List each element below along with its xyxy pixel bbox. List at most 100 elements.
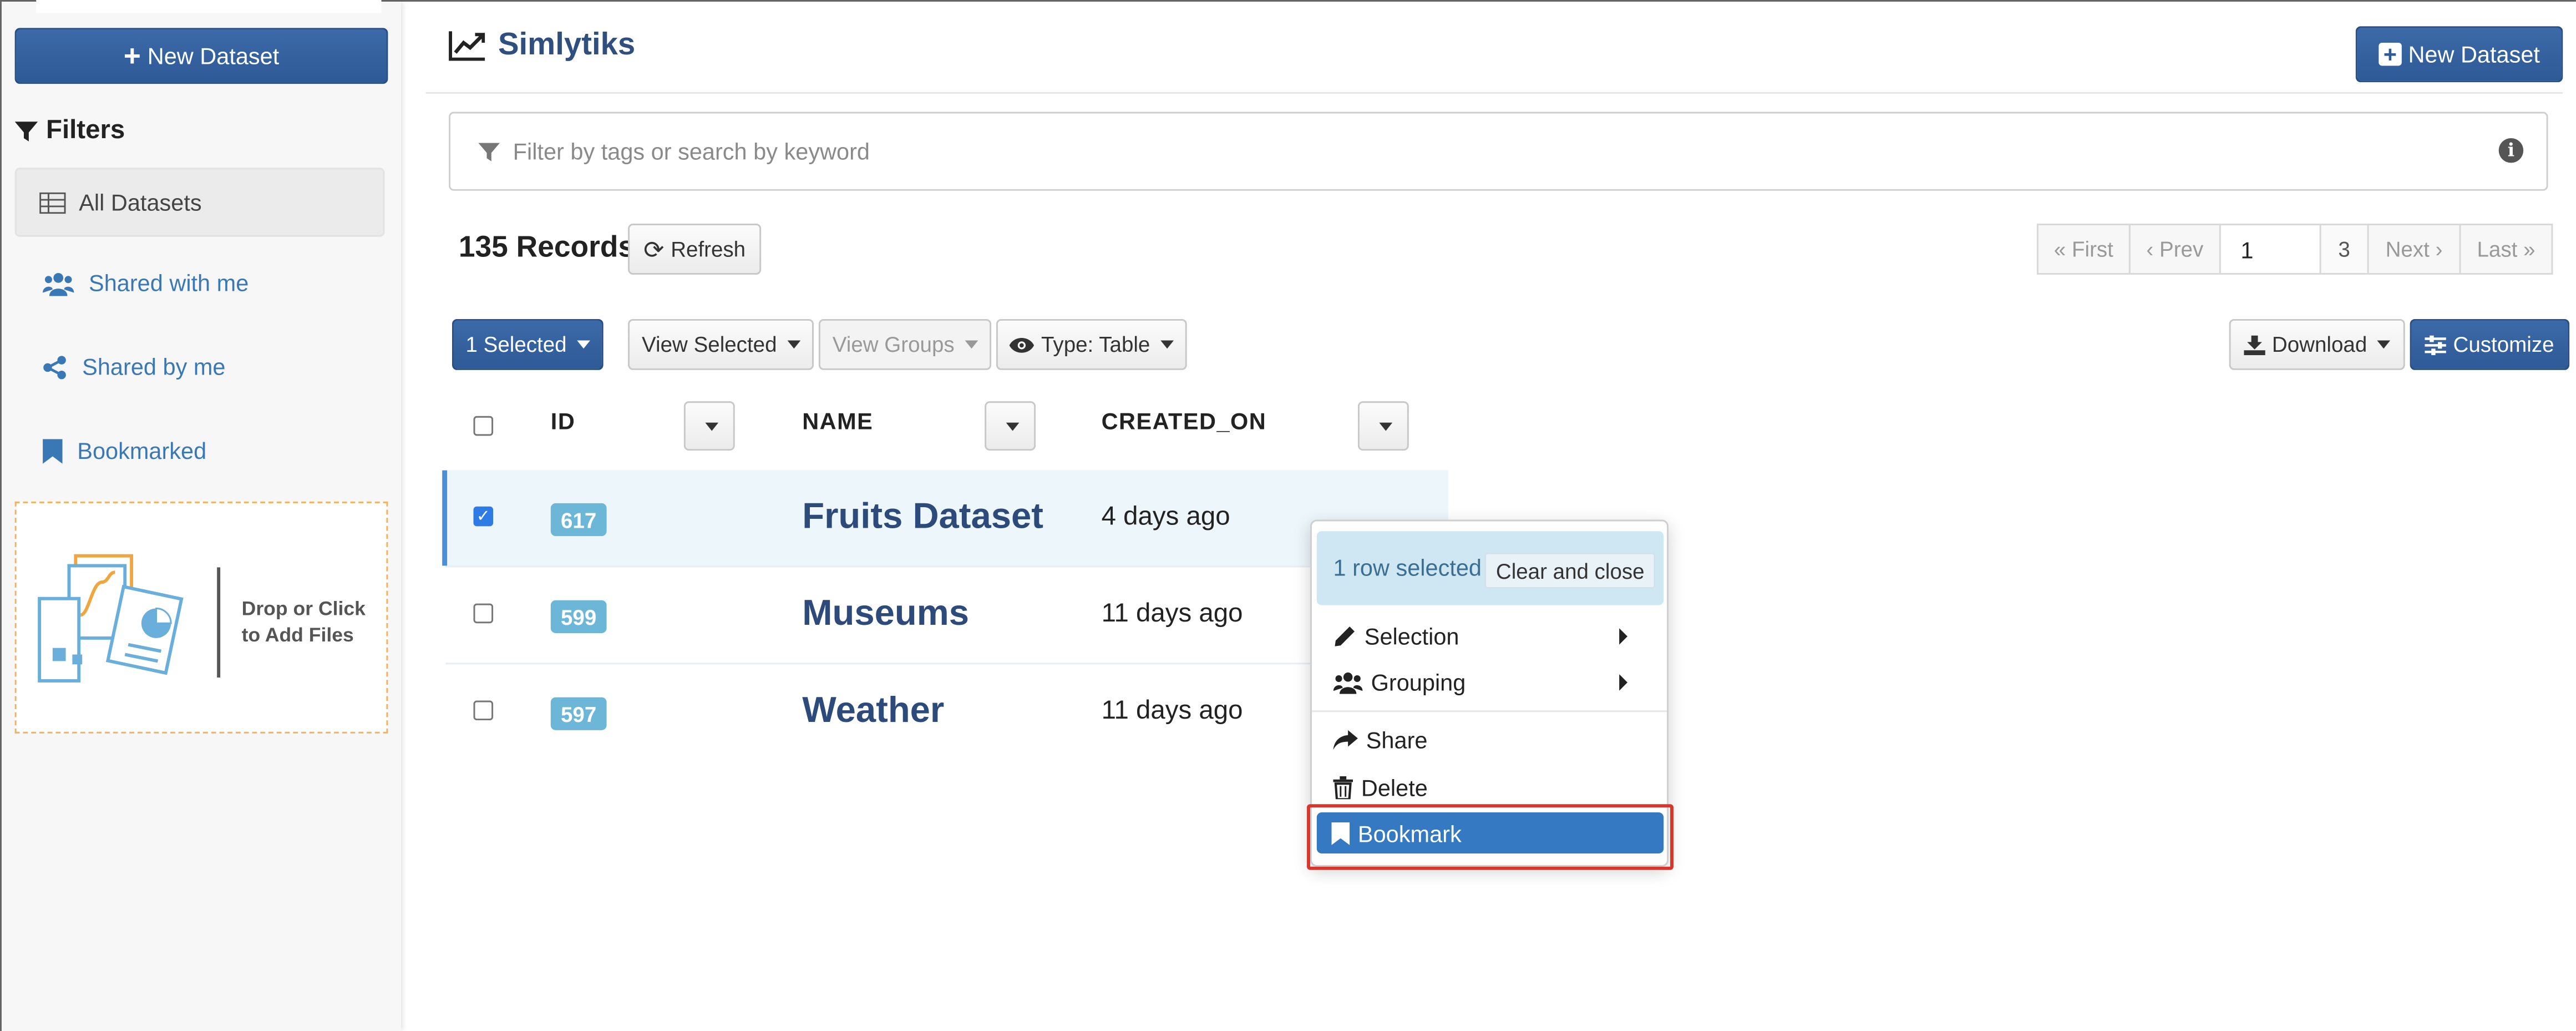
selection-count: 1 row selected [1333,554,1482,581]
view-selected-button[interactable]: View Selected [628,319,814,370]
pagination-last-button[interactable]: Last » [2459,224,2553,275]
pagination-last-label: Last [2477,236,2518,262]
sidebar-item-label: Shared with me [89,270,249,296]
customize-button[interactable]: Customize [2410,319,2570,370]
bookmark-icon [43,438,63,463]
column-header-id: ID [550,407,576,434]
dropzone-text: Drop or Click to Add Files [242,595,366,648]
search-input[interactable] [509,136,2547,166]
line-chart-icon [449,31,485,61]
sidebar-item-shared-by-me[interactable]: Shared by me [43,353,226,380]
download-button[interactable]: Download [2229,319,2405,370]
view-type-button[interactable]: Type: Table [996,319,1187,370]
pagination-next-button[interactable]: Next › [2367,224,2461,275]
menu-item-label: Grouping [1371,669,1466,696]
column-name-menu-button[interactable] [985,401,1036,451]
double-chevron-left-icon: « [2053,236,2066,262]
refresh-label: Refresh [671,236,746,262]
id-badge: 617 [550,503,607,537]
share-icon [1333,729,1358,749]
id-badge: 599 [550,600,607,633]
select-all-checkbox[interactable] [473,416,494,436]
plus-icon: + [123,39,141,73]
menu-item-delete[interactable]: Delete [1333,775,1428,801]
dataset-name-link[interactable]: Fruits Dataset [802,495,1043,538]
selected-dropdown-button[interactable]: 1 Selected [452,319,604,370]
chevron-left-icon: ‹ [2146,236,2154,262]
pencil-icon [1335,626,1355,646]
dataset-name-link[interactable]: Weather [802,689,944,732]
users-icon [1333,672,1363,694]
created-on-cell: 11 days ago [1101,697,1243,725]
menu-item-grouping[interactable]: Grouping [1333,669,1466,696]
menu-item-label: Selection [1364,623,1459,650]
download-label: Download [2271,332,2367,357]
column-id-menu-button[interactable] [683,401,735,451]
highlight-box [1307,804,1674,870]
caret-down-icon [1005,422,1018,430]
page-number-input[interactable]: 1 [2219,224,2321,275]
search-bar[interactable]: i [449,112,2548,191]
filters-title-text: Filters [45,117,125,145]
app-title: Simlytiks [498,28,636,63]
menu-item-label: Share [1366,726,1428,754]
view-groups-button[interactable]: View Groups [818,319,992,370]
app-brand: Simlytiks [449,28,635,64]
page-total: 3 [2319,224,2369,275]
trash-icon [1333,776,1353,800]
clear-and-close-button[interactable]: Clear and close [1484,552,1656,589]
sidebar-item-all-datasets[interactable]: All Datasets [14,168,385,237]
row-checkbox[interactable]: ✓ [473,506,494,527]
plus-square-icon: + [2379,43,2402,66]
dropzone-divider [217,567,221,678]
table-icon [39,191,66,213]
caret-down-icon [1378,422,1392,430]
double-chevron-right-icon: » [2523,236,2536,262]
customize-label: Customize [2453,332,2554,357]
header-divider [425,92,2563,94]
menu-item-share[interactable]: Share [1333,727,1427,753]
sidebar-item-bookmarked[interactable]: Bookmarked [43,437,207,464]
pagination-first-label: First [2071,236,2113,262]
records-count: 135 Records [458,230,635,264]
view-selected-label: View Selected [642,332,777,357]
column-header-created-on: CREATED_ON [1101,407,1267,434]
refresh-button[interactable]: ⟳ Refresh [628,224,762,275]
users-icon [43,272,74,295]
share-alt-icon [43,355,66,378]
sidebar-item-label: All Datasets [79,189,202,216]
caret-down-icon [787,340,800,349]
selected-label: 1 Selected [465,332,567,357]
download-icon [2244,335,2266,355]
filter-icon [478,142,500,161]
info-icon[interactable]: i [2498,138,2524,163]
row-checkbox[interactable] [473,603,494,624]
created-on-cell: 11 days ago [1101,600,1243,629]
created-on-cell: 4 days ago [1101,503,1230,532]
sidebar-new-dataset-button[interactable]: + New Dataset [14,28,388,84]
view-groups-label: View Groups [832,332,955,357]
caret-down-icon [576,340,590,349]
files-illustration-icon [38,554,184,683]
pagination-next-label: Next [2385,236,2430,262]
sidebar-item-shared-with-me[interactable]: Shared with me [43,270,249,296]
dropzone-text-line: Drop or Click [241,597,366,620]
caret-down-icon [1160,340,1173,349]
pagination-first-button[interactable]: « First [2036,224,2131,275]
row-checkbox[interactable] [473,700,494,721]
menu-item-selection[interactable]: Selection [1333,623,1459,650]
chevron-right-icon: › [2435,236,2443,262]
filter-icon [14,122,38,141]
view-type-label: Type: Table [1041,332,1150,357]
dataset-name-link[interactable]: Museums [802,592,969,635]
column-created-on-menu-button[interactable] [1357,401,1409,451]
pagination-prev-button[interactable]: ‹ Prev [2128,224,2221,275]
sidebar-item-label: Bookmarked [77,437,207,464]
caret-down-icon [964,340,978,349]
sidebar-item-label: Shared by me [82,353,226,380]
sidebar-top-strip [36,0,382,13]
caret-right-icon [1619,674,1627,691]
sidebar-new-dataset-label: New Dataset [147,43,280,69]
caret-right-icon [1619,628,1627,645]
header-new-dataset-button[interactable]: + New Dataset [2355,26,2563,83]
